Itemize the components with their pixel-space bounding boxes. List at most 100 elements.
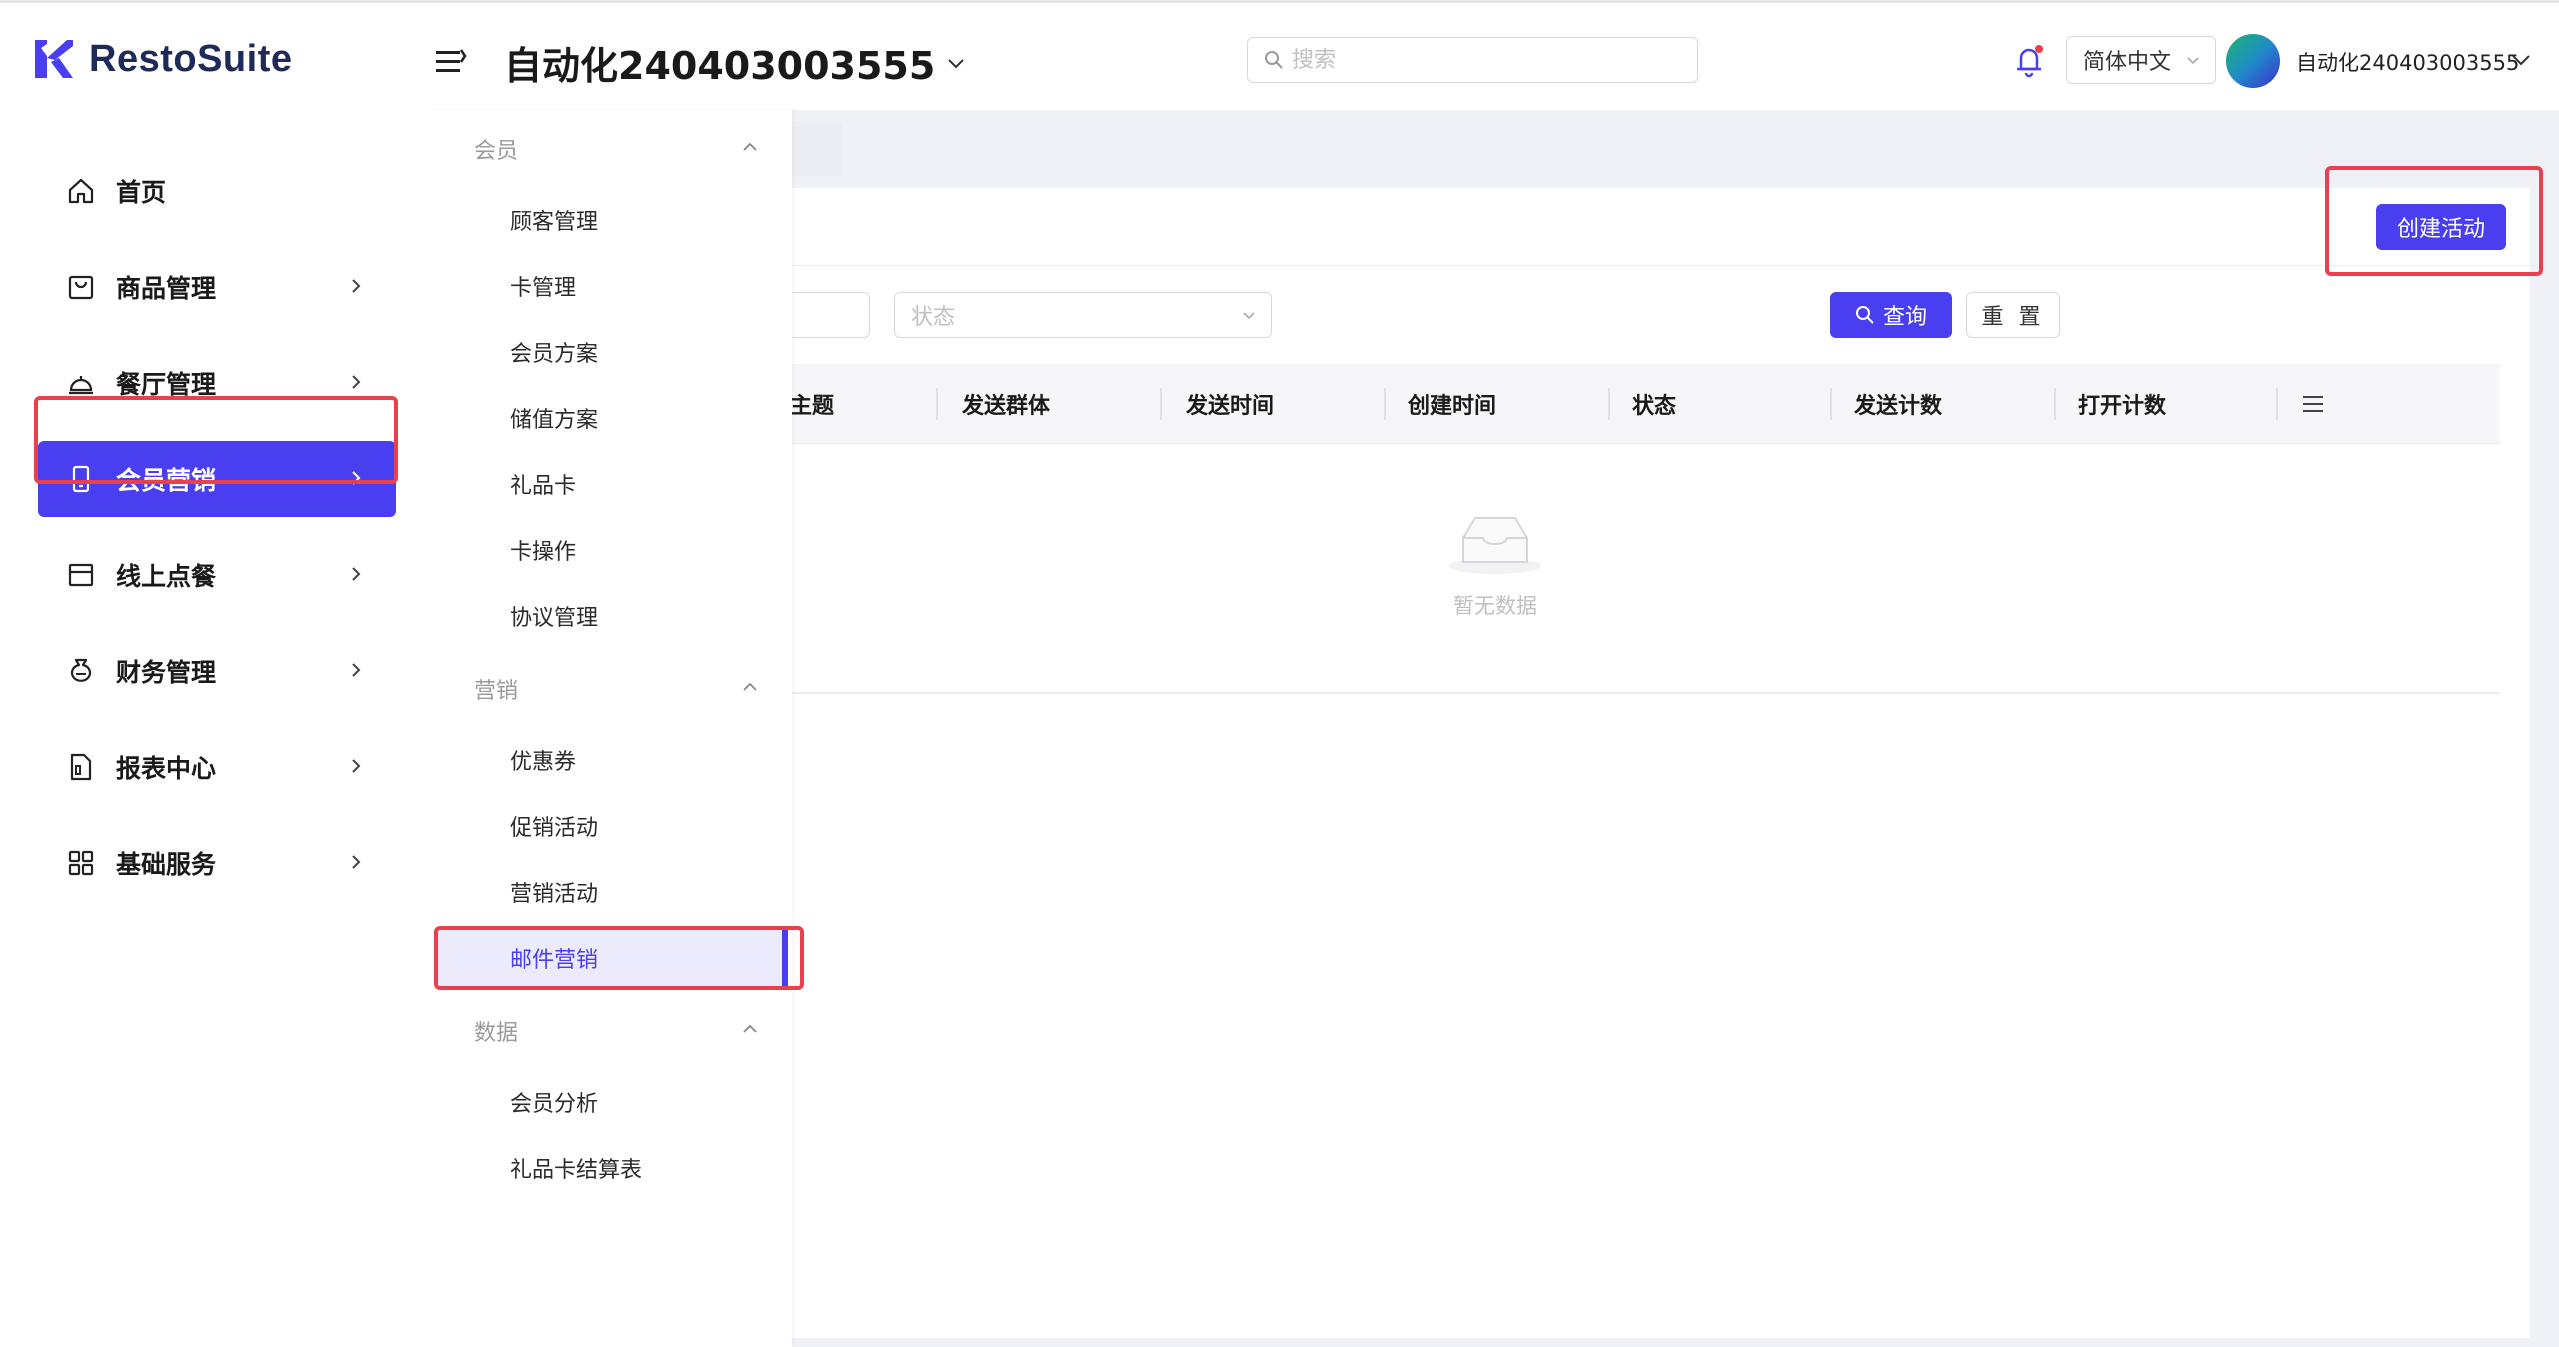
submenu-item-stored-value-plan[interactable]: 储值方案 xyxy=(436,390,788,446)
sidebar-item-label: 基础服务 xyxy=(116,850,217,879)
create-activity-button[interactable]: 创建活动 xyxy=(2376,204,2506,250)
store-title: 自动化240403003555 xyxy=(504,44,936,88)
chevron-down-icon[interactable] xyxy=(2510,49,2532,71)
subject-filter-input[interactable] xyxy=(790,292,870,338)
top-header: RestoSuite 自动化240403003555 简体中文 自动化24040… xyxy=(0,0,2559,110)
submenu-group-data[interactable]: 数据 xyxy=(474,1015,518,1047)
column-divider xyxy=(936,388,938,420)
phone-icon xyxy=(72,465,90,493)
status-placeholder: 状态 xyxy=(911,305,956,330)
submenu-item-card-management[interactable]: 卡管理 xyxy=(436,258,788,314)
column-header-created-time[interactable]: 创建时间 xyxy=(1408,364,1496,444)
table-bottom-border xyxy=(790,692,2500,694)
submenu-item-card-operation[interactable]: 卡操作 xyxy=(436,522,788,578)
chevron-right-icon xyxy=(352,855,361,869)
submenu-item-coupons[interactable]: 优惠券 xyxy=(436,732,788,788)
submenu-item-marketing-activities[interactable]: 营销活动 xyxy=(436,864,788,920)
column-divider xyxy=(1608,388,1610,420)
column-header-send-time[interactable]: 发送时间 xyxy=(1186,364,1274,444)
sidebar-item-restaurant[interactable]: 餐厅管理 xyxy=(38,345,396,421)
card-header xyxy=(790,188,2530,266)
sidebar-item-finance[interactable]: 财务管理 xyxy=(38,633,396,709)
column-header-status[interactable]: 状态 xyxy=(1632,364,1676,444)
submenu-item-member-analysis[interactable]: 会员分析 xyxy=(436,1074,788,1130)
chevron-right-icon xyxy=(352,759,361,773)
search-icon xyxy=(1855,306,1874,324)
submenu-item-email-marketing[interactable]: 邮件营销 xyxy=(436,930,788,986)
reset-button[interactable]: 重 置 xyxy=(1966,292,2060,338)
chevron-right-icon xyxy=(352,375,361,389)
report-icon xyxy=(70,753,92,781)
home-icon xyxy=(68,178,94,204)
column-divider xyxy=(1384,388,1386,420)
bag-icon xyxy=(68,275,94,300)
search-box[interactable] xyxy=(1247,37,1698,83)
brand-name: RestoSuite xyxy=(89,37,293,80)
query-label: 查询 xyxy=(1882,305,1927,330)
sidebar-item-products[interactable]: 商品管理 xyxy=(38,249,396,325)
chevron-up-icon[interactable] xyxy=(740,1019,760,1039)
sidebar-item-label: 会员营销 xyxy=(116,466,217,495)
search-input[interactable] xyxy=(1292,47,1672,73)
sidebar-item-label: 财务管理 xyxy=(116,658,217,687)
sidebar: 首页 商品管理 餐厅管理 会员营销 线上点餐 财务管理 报表中心 基础服务 xyxy=(0,110,430,1347)
column-header-subject[interactable]: 主题 xyxy=(790,364,834,444)
column-divider xyxy=(2276,388,2278,420)
sidebar-item-label: 报表中心 xyxy=(116,754,217,783)
email-campaign-card xyxy=(790,188,2530,1338)
sidebar-item-label: 餐厅管理 xyxy=(116,370,217,399)
tab-placeholder[interactable] xyxy=(790,122,842,176)
moneybag-icon xyxy=(70,658,92,682)
chevron-right-icon xyxy=(352,663,361,677)
sidebar-item-member-marketing[interactable]: 会员营销 xyxy=(38,441,396,517)
chevron-up-icon[interactable] xyxy=(740,677,760,697)
table-header: 主题 发送群体 发送时间 创建时间 状态 发送计数 打开计数 xyxy=(790,364,2500,444)
empty-text: 暂无数据 xyxy=(1453,594,1537,618)
avatar[interactable] xyxy=(2226,34,2280,88)
sidebar-item-online-ordering[interactable]: 线上点餐 xyxy=(38,537,396,613)
submenu-item-agreement-management[interactable]: 协议管理 xyxy=(436,588,788,644)
box-icon xyxy=(68,563,94,587)
submenu-item-gift-card-settlement[interactable]: 礼品卡结算表 xyxy=(436,1140,788,1196)
column-divider xyxy=(1160,388,1162,420)
column-header-send-group[interactable]: 发送群体 xyxy=(962,364,1050,444)
chevron-down-icon xyxy=(948,58,965,68)
sidebar-item-label: 首页 xyxy=(116,178,167,207)
language-value: 简体中文 xyxy=(2083,50,2172,75)
submenu-group-member[interactable]: 会员 xyxy=(474,133,518,165)
user-name[interactable]: 自动化240403003555 xyxy=(2296,47,2519,77)
empty-state: 暂无数据 xyxy=(1400,508,1590,620)
empty-inbox-icon xyxy=(1449,517,1541,574)
column-header-open-count[interactable]: 打开计数 xyxy=(2078,364,2166,444)
menu-toggle-icon[interactable] xyxy=(434,47,468,77)
sidebar-item-label: 商品管理 xyxy=(116,274,217,303)
column-header-send-count[interactable]: 发送计数 xyxy=(1854,364,1942,444)
chevron-up-icon[interactable] xyxy=(740,137,760,157)
query-button[interactable]: 查询 xyxy=(1830,292,1952,338)
cloche-icon xyxy=(69,376,93,395)
chevron-right-icon xyxy=(352,471,361,485)
notification-bell-icon[interactable] xyxy=(2012,43,2046,79)
submenu-item-member-plan[interactable]: 会员方案 xyxy=(436,324,788,380)
submenu-group-marketing[interactable]: 营销 xyxy=(474,673,518,705)
submenu-item-gift-card[interactable]: 礼品卡 xyxy=(436,456,788,512)
column-divider xyxy=(2054,388,2056,420)
chevron-right-icon xyxy=(352,567,361,581)
store-switcher[interactable]: 自动化240403003555 xyxy=(504,35,967,90)
restosuite-logo-icon xyxy=(35,40,73,78)
column-settings-icon[interactable] xyxy=(2302,394,2324,414)
language-select[interactable]: 简体中文 xyxy=(2066,36,2216,84)
chevron-down-icon xyxy=(2187,57,2199,65)
sidebar-item-reports[interactable]: 报表中心 xyxy=(38,729,396,805)
chevron-right-icon xyxy=(352,279,361,293)
status-select[interactable]: 状态 xyxy=(894,292,1272,338)
sidebar-item-label: 线上点餐 xyxy=(116,562,217,591)
sidebar-item-basic-services[interactable]: 基础服务 xyxy=(38,825,396,901)
submenu-item-customer-management[interactable]: 顾客管理 xyxy=(436,192,788,248)
search-icon xyxy=(1265,51,1283,69)
chevron-down-icon xyxy=(1243,312,1255,320)
brand-logo[interactable]: RestoSuite xyxy=(33,37,292,81)
submenu-item-promotions[interactable]: 促销活动 xyxy=(436,798,788,854)
column-divider xyxy=(1830,388,1832,420)
sidebar-item-home[interactable]: 首页 xyxy=(38,153,396,229)
